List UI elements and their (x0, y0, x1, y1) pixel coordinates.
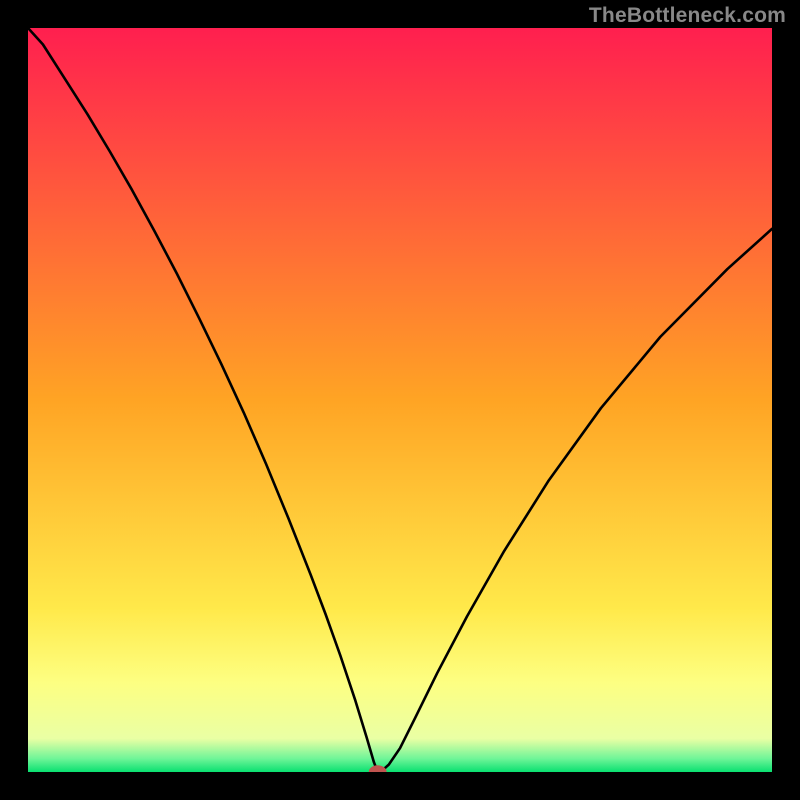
watermark-label: TheBottleneck.com (589, 4, 786, 28)
chart-frame: TheBottleneck.com (0, 0, 800, 800)
gradient-background (28, 28, 772, 772)
chart-svg (28, 28, 772, 772)
bottleneck-chart (28, 28, 772, 772)
